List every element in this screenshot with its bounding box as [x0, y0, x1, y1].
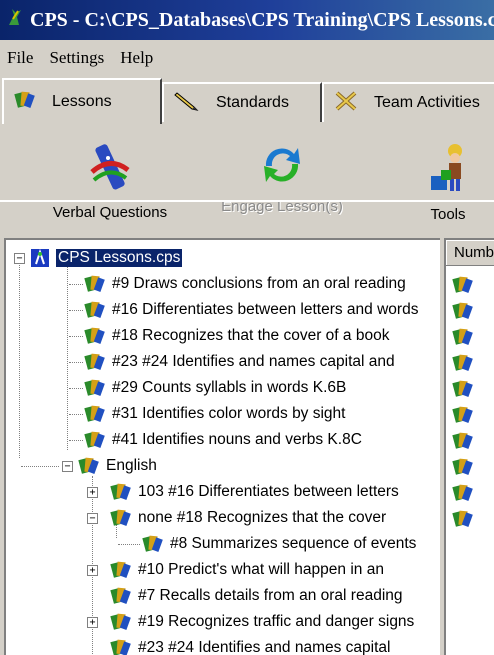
tree-lesson-label: #29 Counts syllabls in words K.6B: [112, 379, 347, 396]
title-bar[interactable]: CPS - C:\CPS_Databases\CPS Training\CPS …: [0, 0, 494, 40]
list-row-lesson-icon[interactable]: [452, 456, 474, 481]
lessons-tree[interactable]: − CPS Lessons.cps #9 Draws conclusions f…: [4, 238, 440, 655]
tab-strip: Lessons Standards Team Activities: [0, 78, 494, 202]
tree-lesson-item[interactable]: #23 #24 Identifies and names capital and: [84, 349, 395, 375]
list-row-lesson-icon[interactable]: [452, 274, 474, 299]
expand-toggle[interactable]: +: [87, 617, 98, 628]
tree-lesson-item[interactable]: #10 Predict's what will happen in an: [110, 557, 384, 583]
tree-folder-english[interactable]: English: [78, 453, 157, 479]
tools-button[interactable]: Tools: [418, 142, 478, 223]
cps-app-icon: [6, 7, 24, 33]
verbal-questions-button[interactable]: Verbal Questions: [40, 142, 180, 221]
list-row-lesson-icon[interactable]: [452, 352, 474, 377]
worker-tools-icon: [431, 144, 462, 191]
tree-lesson-label: none #18 Recognizes that the cover: [138, 509, 387, 526]
tab-team-activities-label: Team Activities: [374, 94, 480, 111]
tree-lesson-item[interactable]: #23 #24 Identifies and names capital: [110, 635, 390, 655]
list-row-lesson-icon[interactable]: [452, 508, 474, 533]
tree-lesson-label: #8 Summarizes sequence of events: [170, 535, 417, 552]
lessons-icon: [14, 89, 36, 116]
tree-lesson-label: #19 Recognizes traffic and danger signs: [138, 613, 415, 630]
lesson-icon: [84, 275, 105, 292]
tab-standards-label: Standards: [216, 94, 289, 111]
expand-toggle[interactable]: +: [87, 487, 98, 498]
window-title: CPS - C:\CPS_Databases\CPS Training\CPS …: [30, 8, 494, 31]
tree-lesson-label: #23 #24 Identifies and names capital and: [112, 353, 395, 370]
lesson-icon: [110, 561, 131, 578]
column-header-number[interactable]: Number: [446, 240, 494, 266]
tree-lesson-label: #16 Differentiates between letters and w…: [112, 301, 419, 318]
tree-lesson-label: #18 Recognizes that the cover of a book: [112, 327, 390, 344]
tree-root-label: CPS Lessons.cps: [56, 249, 183, 267]
lesson-icon: [84, 431, 105, 448]
menu-settings[interactable]: Settings: [42, 48, 113, 68]
menu-file[interactable]: File: [0, 48, 42, 68]
toolbar: Verbal Questions Engage Lesson(s) Tools: [0, 124, 494, 236]
tree-lesson-item[interactable]: #18 Recognizes that the cover of a book: [84, 323, 389, 349]
tree-lesson-label: #7 Recalls details from an oral reading: [138, 587, 403, 604]
menu-bar: File Settings Help: [0, 40, 494, 76]
tree-lesson-item[interactable]: 103 #16 Differentiates between letters: [110, 479, 399, 505]
pencil-icon: [174, 90, 200, 117]
list-row-lesson-icon[interactable]: [452, 404, 474, 429]
tree-lesson-item[interactable]: #31 Identifies color words by sight: [84, 401, 345, 427]
tab-lessons-label: Lessons: [52, 93, 112, 110]
verbal-questions-label: Verbal Questions: [52, 204, 168, 221]
list-row-lesson-icon[interactable]: [452, 430, 474, 455]
lesson-icon: [84, 327, 105, 344]
tree-lesson-item[interactable]: #16 Differentiates between letters and w…: [84, 297, 418, 323]
tree-lesson-label: 103 #16 Differentiates between letters: [138, 483, 399, 500]
tree-lesson-item[interactable]: none #18 Recognizes that the cover: [110, 505, 386, 531]
lesson-folder-icon: [78, 457, 99, 474]
tree-root[interactable]: CPS Lessons.cps: [30, 245, 183, 271]
tree-lesson-item[interactable]: #19 Recognizes traffic and danger signs: [110, 609, 414, 635]
tree-lesson-item[interactable]: #9 Draws conclusions from an oral readin…: [84, 271, 406, 297]
list-row-lesson-icon[interactable]: [452, 326, 474, 351]
lesson-icon: [142, 535, 163, 552]
tree-lesson-label: #41 Identifies nouns and verbs K.8C: [112, 431, 362, 448]
tree-lesson-label: #10 Predict's what will happen in an: [138, 561, 384, 578]
expand-toggle[interactable]: +: [87, 565, 98, 576]
lesson-icon: [110, 613, 131, 630]
lesson-icon: [84, 379, 105, 396]
cps-file-icon: [31, 248, 49, 267]
tree-lesson-label: #9 Draws conclusions from an oral readin…: [112, 275, 406, 292]
tree-lesson-item[interactable]: #29 Counts syllabls in words K.6B: [84, 375, 346, 401]
list-row-lesson-icon[interactable]: [452, 482, 474, 507]
lesson-icon: [110, 509, 131, 526]
collapse-root-toggle[interactable]: −: [14, 253, 25, 264]
menu-help[interactable]: Help: [113, 48, 162, 68]
collapse-english-toggle[interactable]: −: [62, 461, 73, 472]
lesson-icon: [110, 587, 131, 604]
list-row-lesson-icon[interactable]: [452, 300, 474, 325]
lesson-icon: [84, 405, 105, 422]
team-activities-icon: [334, 90, 358, 117]
lesson-icon: [84, 301, 105, 318]
engage-lessons-button[interactable]: Engage Lesson(s): [212, 142, 352, 215]
tree-folder-label: English: [106, 457, 157, 474]
refresh-arrows-icon: [264, 148, 300, 182]
tree-lesson-label: #31 Identifies color words by sight: [112, 405, 346, 422]
lesson-list-pane[interactable]: Number: [444, 238, 494, 655]
collapse-toggle[interactable]: −: [87, 513, 98, 524]
tab-team-activities[interactable]: Team Activities: [322, 82, 494, 122]
tab-standards[interactable]: Standards: [162, 82, 322, 122]
list-row-lesson-icon[interactable]: [452, 378, 474, 403]
tools-label: Tools: [430, 206, 466, 223]
tab-lessons[interactable]: Lessons: [2, 78, 162, 124]
remote-control-icon: [90, 144, 130, 190]
tree-lesson-item[interactable]: #41 Identifies nouns and verbs K.8C: [84, 427, 362, 453]
tree-lesson-item[interactable]: #7 Recalls details from an oral reading: [110, 583, 403, 609]
lesson-icon: [110, 483, 131, 500]
tree-lesson-item[interactable]: #8 Summarizes sequence of events: [142, 531, 416, 557]
lesson-icon: [110, 639, 131, 655]
lesson-icon: [84, 353, 105, 370]
